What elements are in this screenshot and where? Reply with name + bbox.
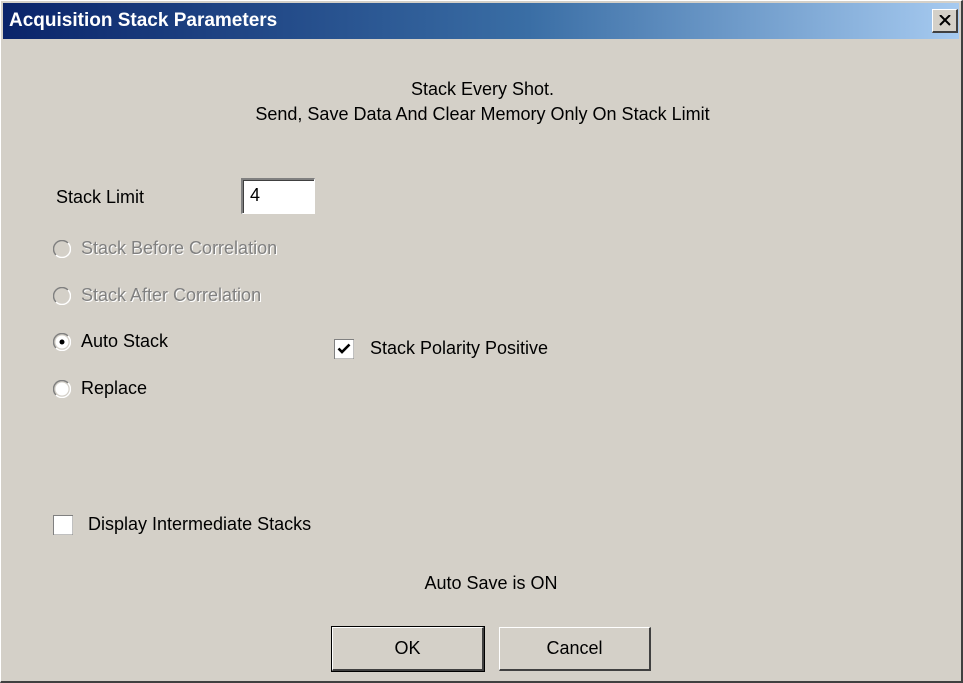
radio-selected-icon[interactable] (53, 333, 71, 351)
radio-label[interactable]: Auto Stack (81, 331, 168, 352)
radio-button-icon (53, 287, 71, 305)
close-button[interactable] (932, 9, 958, 33)
auto-save-status: Auto Save is ON (424, 573, 558, 593)
checkbox-label[interactable]: Display Intermediate Stacks (88, 514, 311, 535)
radio-label: Stack After Correlation (81, 285, 262, 305)
checkbox-label[interactable]: Stack Polarity Positive (370, 338, 548, 359)
description-line-1: Stack Every Shot. (410, 79, 555, 99)
description-line-2: Send, Save Data And Clear Memory Only On… (255, 104, 710, 124)
stack-limit-label: Stack Limit (56, 187, 145, 207)
dialog-window: Acquisition Stack Parameters Stack Every… (0, 0, 963, 683)
checkbox-unchecked-icon[interactable] (53, 515, 73, 535)
radio-label: Stack Before Correlation (81, 238, 278, 258)
title-bar[interactable]: Acquisition Stack Parameters (3, 3, 959, 39)
ok-button[interactable]: OK (331, 626, 485, 672)
radio-label[interactable]: Replace (81, 378, 147, 399)
radio-button-icon (53, 240, 71, 258)
cancel-button[interactable]: Cancel (499, 627, 651, 671)
checkbox-checked-icon[interactable] (334, 339, 354, 359)
stack-limit-input[interactable]: 4 (241, 178, 315, 214)
window-title: Acquisition Stack Parameters (9, 10, 278, 31)
radio-button-icon[interactable] (53, 380, 71, 398)
close-icon (938, 15, 951, 26)
